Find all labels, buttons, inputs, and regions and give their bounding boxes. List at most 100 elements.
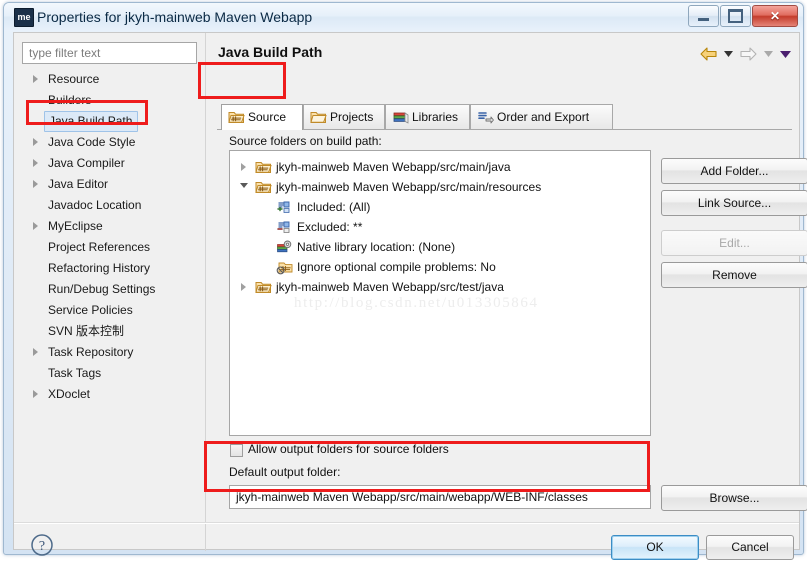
open-folder-icon <box>310 109 327 125</box>
sidebar-item-label: MyEclipse <box>48 219 103 233</box>
default-output-folder-input[interactable]: jkyh-mainweb Maven Webapp/src/main/webap… <box>229 485 651 509</box>
forward-arrow-icon[interactable] <box>740 47 757 61</box>
sidebar-item-label: Java Code Style <box>48 135 136 149</box>
back-arrow-icon[interactable] <box>700 47 717 61</box>
allow-output-folders-checkbox[interactable] <box>230 444 243 457</box>
sidebar-item-label: Java Editor <box>48 177 109 191</box>
minimize-icon <box>689 6 718 26</box>
chevron-right-icon <box>33 159 38 167</box>
chevron-right-icon[interactable] <box>241 283 246 291</box>
source-folder-icon <box>255 159 272 175</box>
source-folder-icon <box>255 179 272 195</box>
chevron-right-icon <box>33 390 38 398</box>
sidebar-item-label: Resource <box>48 72 100 86</box>
sidebar-item-label: SVN 版本控制 <box>48 324 125 338</box>
sidebar-item-label: Java Build Path <box>44 111 139 132</box>
build-path-tabs: Source Projects Libraries Order and Expo… <box>217 104 792 130</box>
sidebar-item-project-references[interactable]: Project References <box>22 237 197 258</box>
chevron-right-icon <box>33 348 38 356</box>
window-title: Properties for jkyh-mainweb Maven Webapp <box>37 9 313 25</box>
add-folder-button[interactable]: Add Folder... <box>661 158 807 184</box>
sidebar-item-label: Javadoc Location <box>48 198 142 212</box>
help-icon[interactable]: ? <box>30 533 54 557</box>
sidebar-item-java-editor[interactable]: Java Editor <box>22 174 197 195</box>
sidebar-item-xdoclet[interactable]: XDoclet <box>22 384 197 405</box>
source-folders-label: Source folders on build path: <box>229 134 382 148</box>
sidebar-item-label: Service Policies <box>48 303 133 317</box>
sidebar-item-label: Run/Debug Settings <box>48 282 156 296</box>
sidebar-item-label: Task Repository <box>48 345 134 359</box>
sidebar-item-javadoc-location[interactable]: Javadoc Location <box>22 195 197 216</box>
chevron-right-icon <box>33 180 38 188</box>
sidebar-item-refactoring-history[interactable]: Refactoring History <box>22 258 197 279</box>
sidebar-item-run-debug-settings[interactable]: Run/Debug Settings <box>22 279 197 300</box>
list-item[interactable]: Ignore optional compile problems: No <box>230 257 650 277</box>
myeclipse-app-icon: me <box>14 8 34 27</box>
chevron-right-icon[interactable] <box>241 163 246 171</box>
sidebar-item-java-build-path[interactable]: Java Build Path <box>22 111 197 132</box>
list-item-label: jkyh-mainweb Maven Webapp/src/main/resou… <box>276 180 542 194</box>
sidebar-item-java-code-style[interactable]: Java Code Style <box>22 132 197 153</box>
remove-button[interactable]: Remove <box>661 262 807 288</box>
library-books-icon <box>392 109 409 125</box>
list-item[interactable]: Excluded: ** <box>230 217 650 237</box>
footer-divider-highlight <box>14 523 799 524</box>
sidebar-item-task-tags[interactable]: Task Tags <box>22 363 197 384</box>
filter-input[interactable]: type filter text <box>22 42 197 64</box>
link-source-button[interactable]: Link Source... <box>661 190 807 216</box>
settings-tree[interactable]: Resource Builders Java Build Path Java C… <box>22 69 197 499</box>
ignore-problems-icon <box>276 259 293 275</box>
sidebar-item-myeclipse[interactable]: MyEclipse <box>22 216 197 237</box>
sidebar-item-task-repository[interactable]: Task Repository <box>22 342 197 363</box>
list-item[interactable]: jkyh-mainweb Maven Webapp/src/test/java <box>230 277 650 297</box>
java-build-path-pane: Java Build Path Source Projects Librarie… <box>214 33 807 549</box>
chevron-right-icon <box>33 222 38 230</box>
close-button[interactable]: ✕ <box>752 5 798 27</box>
tab-label: Projects <box>330 110 374 124</box>
forward-dropdown-icon[interactable] <box>764 51 773 57</box>
source-folder-icon <box>228 109 245 125</box>
maximize-button[interactable] <box>720 5 751 27</box>
sidebar-item-svn[interactable]: SVN 版本控制 <box>22 321 197 342</box>
sidebar-item-resource[interactable]: Resource <box>22 69 197 90</box>
allow-output-folders-label: Allow output folders for source folders <box>248 442 449 456</box>
view-menu-icon[interactable] <box>780 50 791 58</box>
tab-projects[interactable]: Projects <box>303 104 385 130</box>
include-filter-icon <box>276 199 293 215</box>
tab-libraries[interactable]: Libraries <box>385 104 470 130</box>
sidebar-item-label: Refactoring History <box>48 261 151 275</box>
tab-label: Libraries <box>412 110 459 124</box>
edit-button: Edit... <box>661 230 807 256</box>
sidebar-divider <box>205 33 206 551</box>
browse-button[interactable]: Browse... <box>661 485 807 511</box>
list-item[interactable]: Native library location: (None) <box>230 237 650 257</box>
list-item[interactable]: jkyh-mainweb Maven Webapp/src/main/resou… <box>230 177 650 197</box>
ok-button[interactable]: OK <box>611 535 699 560</box>
list-item[interactable]: Included: (All) <box>230 197 650 217</box>
list-item-label: Native library location: (None) <box>297 240 456 254</box>
tab-order-and-export[interactable]: Order and Export <box>470 104 613 130</box>
chevron-right-icon <box>33 138 38 146</box>
cancel-button[interactable]: Cancel <box>706 535 794 560</box>
minimize-button[interactable] <box>688 5 719 27</box>
chevron-right-icon <box>33 75 38 83</box>
window-controls: ✕ <box>687 5 798 27</box>
native-library-icon <box>276 239 293 255</box>
order-export-icon <box>477 109 494 125</box>
sidebar-item-label: Java Compiler <box>48 156 125 170</box>
list-item-label: jkyh-mainweb Maven Webapp/src/test/java <box>276 280 504 294</box>
sidebar-item-label: Task Tags <box>48 366 102 380</box>
tab-source[interactable]: Source <box>221 104 303 130</box>
source-folders-list[interactable]: jkyh-mainweb Maven Webapp/src/main/java … <box>229 150 651 436</box>
chevron-down-icon[interactable] <box>240 183 248 188</box>
list-item-label: Excluded: ** <box>297 220 363 234</box>
sidebar-item-builders[interactable]: Builders <box>22 90 197 111</box>
source-folder-icon <box>255 279 272 295</box>
sidebar-item-service-policies[interactable]: Service Policies <box>22 300 197 321</box>
list-item[interactable]: jkyh-mainweb Maven Webapp/src/main/java <box>230 157 650 177</box>
blog-watermark: http://blog.csdn.net/u013305864 <box>294 295 539 311</box>
tab-label: Source <box>248 110 287 124</box>
exclude-filter-icon <box>276 219 293 235</box>
sidebar-item-java-compiler[interactable]: Java Compiler <box>22 153 197 174</box>
back-dropdown-icon[interactable] <box>724 51 733 57</box>
